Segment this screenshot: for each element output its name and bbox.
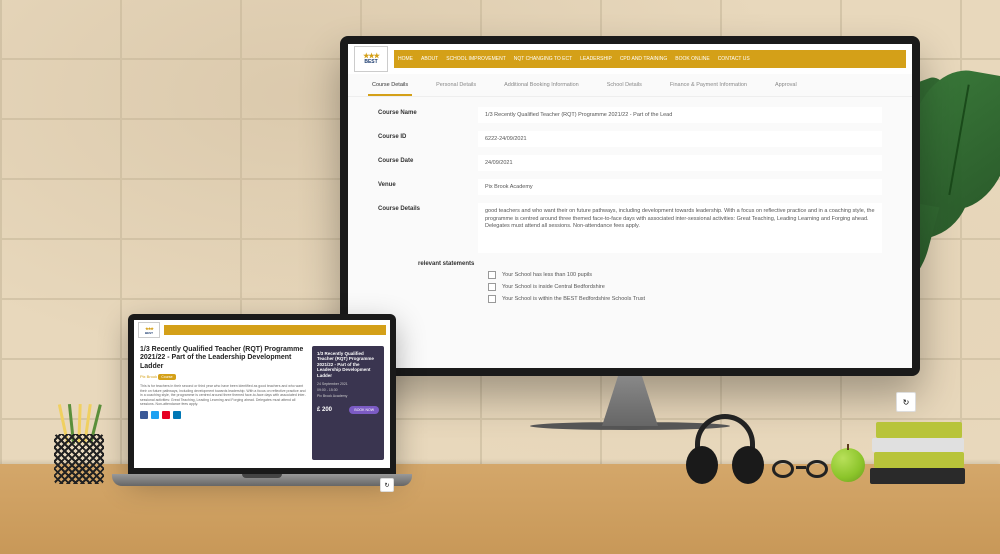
main-nav: HOME ABOUT SCHOOL IMPROVEMENT NQT CHANGI… [394,50,906,68]
label-course-id: Course ID [378,131,478,140]
nav-home[interactable]: HOME [398,56,413,62]
tab-school-details[interactable]: School Details [603,78,646,96]
sidebar-time: 09:00 - 15:30 [317,388,379,392]
sidebar-date: 24 September 2021 [317,382,379,386]
twitter-icon[interactable] [151,411,159,419]
course-price: £ 200 [317,407,332,413]
apple [831,448,865,482]
nav-cpd[interactable]: CPD AND TRAINING [620,56,667,62]
course-type-badge: Course [158,374,175,380]
label-course-date: Course Date [378,155,478,164]
tab-course-details[interactable]: Course Details [368,78,412,96]
book-stack [870,404,970,484]
checkbox-under-100[interactable] [488,271,496,279]
field-course-name[interactable]: 1/3 Recently Qualified Teacher (RQT) Pro… [478,107,882,123]
label-course-details: Course Details [378,203,478,212]
laptop: ★★★ BEST 1/3 Recently Qualified Teacher … [128,314,396,494]
desktop-screen: ★★★ BEST HOME ABOUT SCHOOL IMPROVEMENT N… [348,44,912,368]
social-share-row [140,411,306,419]
nav-about[interactable]: ABOUT [421,56,438,62]
tab-personal-details[interactable]: Personal Details [432,78,480,96]
desktop-monitor: ★★★ BEST HOME ABOUT SCHOOL IMPROVEMENT N… [340,36,920,416]
pinterest-icon[interactable] [162,411,170,419]
nav-leadership[interactable]: LEADERSHIP [580,56,612,62]
label-course-name: Course Name [378,107,478,116]
sidebar-venue: Pix Brook Academy [317,394,379,398]
laptop-screen: ★★★ BEST 1/3 Recently Qualified Teacher … [134,320,390,468]
checkbox-best-trust[interactable] [488,295,496,303]
form-tabs: Course Details Personal Details Addition… [348,74,912,97]
booking-sidebar: 1/3 Recently Qualified Teacher (RQT) Pro… [312,346,384,460]
nav-book-online[interactable]: BOOK ONLINE [675,56,709,62]
checkbox-central-beds[interactable] [488,283,496,291]
facebook-icon[interactable] [140,411,148,419]
tab-additional-booking[interactable]: Additional Booking Information [500,78,583,96]
nav-contact[interactable]: CONTACT US [718,56,750,62]
headphones [680,414,770,484]
statement-central-beds: Your School is inside Central Bedfordshi… [502,284,605,290]
statement-best-trust: Your School is within the BEST Bedfordsh… [502,296,645,302]
pencil-holder [54,422,104,484]
sidebar-course-title: 1/3 Recently Qualified Teacher (RQT) Pro… [317,351,379,378]
field-venue[interactable]: Pix Brook Academy [478,179,882,195]
nav-nqt[interactable]: NQT CHANGING TO ECT [514,56,572,62]
site-logo[interactable]: ★★★ BEST [354,46,388,72]
tab-approval[interactable]: Approval [771,78,801,96]
field-course-date[interactable]: 24/09/2021 [478,155,882,171]
glasses [770,460,830,482]
course-description: This is for teachers in their second or … [140,384,306,407]
statement-under-100: Your School has less than 100 pupils [502,272,592,278]
tab-finance-payment[interactable]: Finance & Payment Information [666,78,751,96]
book-now-button[interactable]: BOOK NOW [349,406,379,414]
statements-heading: relevant statements [418,261,882,267]
course-location-meta: Pix Brook [140,374,157,379]
nav-school-improvement[interactable]: SCHOOL IMPROVEMENT [446,56,506,62]
linkedin-icon[interactable] [173,411,181,419]
course-title: 1/3 Recently Qualified Teacher (RQT) Pro… [140,346,306,371]
laptop-site-logo[interactable]: ★★★ BEST [138,322,160,338]
field-course-details[interactable]: good teachers and who want their on futu… [478,203,882,253]
laptop-base [112,474,412,486]
label-venue: Venue [378,179,478,188]
field-course-id[interactable]: 6222-24/09/2021 [478,131,882,147]
laptop-nav-bar[interactable] [164,325,386,335]
